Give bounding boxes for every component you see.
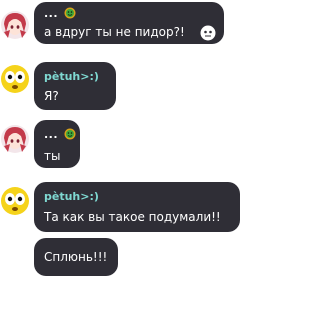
message-bubble[interactable]: ... а вдруг ты не пидор?! (34, 2, 224, 44)
message-author: ... (44, 128, 76, 144)
message-author: pètuh>:) (44, 190, 99, 203)
message-text: Та как вы такое подумали!! (44, 210, 221, 224)
message-bubble[interactable]: Сплюнь!!! (34, 238, 118, 276)
message-bubble[interactable]: pètuh>:) Я? (34, 62, 116, 110)
green-face-badge-icon (64, 128, 76, 144)
yellow-face-avatar[interactable] (0, 64, 30, 94)
message-bubble[interactable]: pètuh>:) Та как вы такое подумали!! (34, 182, 240, 232)
anime-girl-avatar[interactable] (0, 124, 30, 154)
green-face-badge-icon (64, 7, 76, 23)
message-text: Сплюнь!!! (44, 250, 108, 264)
message-text: ты (44, 149, 61, 163)
message-text: Я? (44, 89, 59, 103)
anime-girl-avatar[interactable] (0, 10, 30, 40)
yellow-face-avatar[interactable] (0, 186, 30, 216)
skull-face-emoji-icon (200, 25, 216, 45)
message-text: а вдруг ты не пидор?! (44, 25, 185, 39)
message-bubble[interactable]: ... ты (34, 120, 80, 168)
message-author: pètuh>:) (44, 70, 99, 83)
message-author: ... (44, 7, 76, 23)
